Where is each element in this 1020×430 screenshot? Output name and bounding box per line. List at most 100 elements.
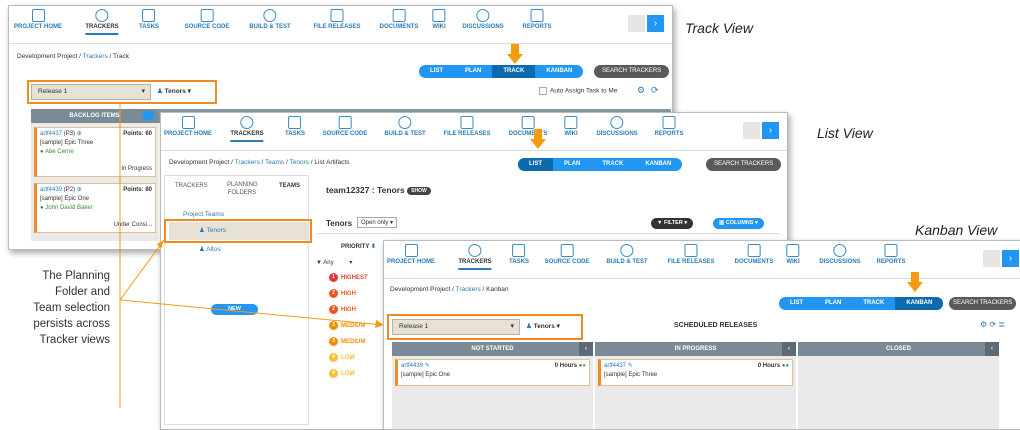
backlog-card[interactable]: artf4437 (P3) ⊕ Points: 60 [sample] Epic… xyxy=(34,127,156,177)
home-icon xyxy=(181,116,195,129)
priority-item: 3 MEDIUM xyxy=(329,337,365,346)
tab-plan[interactable]: PLAN xyxy=(454,65,492,78)
nav-trackers[interactable]: TRACKERS xyxy=(458,244,493,270)
next-arrow-button[interactable]: › xyxy=(1002,250,1019,267)
prev-arrow-button[interactable] xyxy=(983,250,1000,267)
backlog-toggle-icon[interactable] xyxy=(143,111,154,120)
settings-icon[interactable]: ⚙ xyxy=(980,320,987,329)
nav-tasks[interactable]: TASKS xyxy=(285,116,305,137)
nav-documents[interactable]: DOCUMENTS xyxy=(380,9,418,30)
nav-discussions[interactable]: DISCUSSIONS xyxy=(462,9,504,30)
tab-kanban[interactable]: KANBAN xyxy=(535,65,583,78)
home-icon xyxy=(31,9,45,22)
breadcrumb-trackers-link[interactable]: Trackers xyxy=(235,159,260,166)
nav-project-home[interactable]: PROJECT HOME xyxy=(387,244,435,265)
nav-wiki[interactable]: WIKI xyxy=(432,9,446,30)
priority-item: 4 LOW xyxy=(329,353,355,362)
nav-wiki[interactable]: WIKI xyxy=(564,116,578,137)
search-trackers-button[interactable]: SEARCH TRACKERS xyxy=(706,158,782,171)
priority-filter-select[interactable]: ▼ Any ▾ xyxy=(316,259,352,266)
discussions-icon xyxy=(610,116,624,129)
kanban-view-label: Kanban View xyxy=(915,222,998,238)
edit-icon[interactable]: ✎ xyxy=(628,363,633,369)
show-button[interactable]: SHOW xyxy=(407,186,431,195)
nav-source-code[interactable]: SOURCE CODE xyxy=(323,116,367,137)
nav-project-home[interactable]: PROJECT HOME xyxy=(164,116,212,137)
prev-arrow-button[interactable] xyxy=(743,122,760,139)
nav-source-code[interactable]: SOURCE CODE xyxy=(185,9,229,30)
refresh-icon[interactable]: ⟳ xyxy=(989,320,996,329)
collapse-icon[interactable]: ‹ xyxy=(782,342,796,356)
breadcrumb-trackers-link[interactable]: Trackers xyxy=(456,286,481,293)
auto-assign-checkbox[interactable]: Auto Assign Task to Me xyxy=(539,87,617,95)
edit-icon[interactable]: ✎ xyxy=(425,363,430,369)
collapse-icon[interactable]: ‹ xyxy=(985,342,999,356)
prev-arrow-button[interactable] xyxy=(628,15,645,32)
backlog-card[interactable]: artf4439 (P2) ⊕ Points: 80 [sample] Epic… xyxy=(34,183,156,233)
nav-file-releases[interactable]: FILE RELEASES xyxy=(443,116,491,137)
tab-teams[interactable]: TEAMS xyxy=(279,183,300,189)
nav-scroll-buttons: › xyxy=(743,122,779,139)
filter-icon: ▼ xyxy=(657,220,664,226)
next-arrow-button[interactable]: › xyxy=(647,15,664,32)
status-icon: ● xyxy=(582,363,586,369)
search-trackers-button[interactable]: SEARCH TRACKERS xyxy=(949,297,1017,310)
nav-tasks[interactable]: TASKS xyxy=(139,9,159,30)
priority-list: 1 HIGHEST 2 HIGH 2 HIGH 3 MEDIUM 3 MEDIUM 4 LOW 4 LOW xyxy=(321,273,381,423)
kanban-card[interactable]: artf4437 ✎ 0 Hours ●● [sample] Epic Thre… xyxy=(598,359,793,386)
nav-reports[interactable]: REPORTS xyxy=(522,9,552,30)
tab-kanban[interactable]: KANBAN xyxy=(634,158,682,171)
search-trackers-button[interactable]: SEARCH TRACKERS xyxy=(594,65,670,78)
refresh-icon[interactable]: ⟳ xyxy=(651,85,659,96)
nav-build-test[interactable]: BUILD & TEST xyxy=(606,244,648,265)
nav-reports[interactable]: REPORTS xyxy=(654,116,684,137)
discussions-icon xyxy=(833,244,847,257)
open-only-select[interactable]: Open only ▾ xyxy=(357,217,398,228)
nav-tasks[interactable]: TASKS xyxy=(509,244,529,265)
nav-wiki[interactable]: WIKI xyxy=(786,244,800,265)
breadcrumb-teams-link[interactable]: Teams xyxy=(265,159,284,166)
tab-kanban[interactable]: KANBAN xyxy=(895,297,944,310)
tab-track[interactable]: TRACK xyxy=(591,158,634,171)
breadcrumb-trackers-link[interactable]: Trackers xyxy=(83,53,108,60)
priority-item: 3 MEDIUM xyxy=(329,321,365,330)
add-icon[interactable]: ⊕ xyxy=(77,187,82,193)
nav-discussions[interactable]: DISCUSSIONS xyxy=(596,116,638,137)
priority-label: HIGH xyxy=(341,307,356,314)
nav-file-releases[interactable]: FILE RELEASES xyxy=(667,244,715,265)
tab-plan[interactable]: PLAN xyxy=(553,158,591,171)
add-icon[interactable]: ⊕ xyxy=(77,131,82,137)
reports-icon xyxy=(662,116,676,129)
nav-build-test[interactable]: BUILD & TEST xyxy=(384,116,426,137)
breadcrumb-tenors-link[interactable]: Tenors xyxy=(289,159,309,166)
priority-badge: 2 xyxy=(329,289,338,298)
tab-plan[interactable]: PLAN xyxy=(814,297,852,310)
columns-button[interactable]: ▥ COLUMNS ▾ xyxy=(713,218,764,229)
nav-source-code[interactable]: SOURCE CODE xyxy=(545,244,589,265)
tab-list[interactable]: LIST xyxy=(419,65,454,78)
nav-build-test[interactable]: BUILD & TEST xyxy=(249,9,291,30)
nav-trackers[interactable]: TRACKERS xyxy=(85,9,120,35)
tab-track[interactable]: TRACK xyxy=(852,297,895,310)
next-arrow-button[interactable]: › xyxy=(762,122,779,139)
new-team-button[interactable]: NEW xyxy=(211,304,258,315)
tab-trackers[interactable]: TRACKERS xyxy=(175,183,208,189)
filter-button[interactable]: ▼ FILTER ▾ xyxy=(651,218,694,229)
team-altos[interactable]: ♟ Altos xyxy=(199,245,221,253)
nav-trackers[interactable]: TRACKERS xyxy=(230,116,265,142)
nav-discussions[interactable]: DISCUSSIONS xyxy=(819,244,861,265)
tab-planning-folders[interactable]: PLANNING FOLDERS xyxy=(227,181,258,197)
nav-project-home[interactable]: PROJECT HOME xyxy=(14,9,62,30)
tab-list[interactable]: LIST xyxy=(779,297,814,310)
kanban-tools: ⚙ ⟳ ≣ xyxy=(980,320,1005,329)
kanban-card[interactable]: artf4439 ✎ 0 Hours ●● [sample] Epic One xyxy=(395,359,590,386)
settings-icon[interactable]: ⚙ xyxy=(637,85,645,96)
tab-list[interactable]: LIST xyxy=(518,158,553,171)
collapse-icon[interactable]: ‹ xyxy=(579,342,593,356)
nav-documents[interactable]: DOCUMENTS xyxy=(735,244,773,265)
nav-reports[interactable]: REPORTS xyxy=(876,244,906,265)
priority-header[interactable]: PRIORITY ⬍ xyxy=(341,243,376,250)
list-icon[interactable]: ≣ xyxy=(998,320,1005,329)
nav-file-releases[interactable]: FILE RELEASES xyxy=(313,9,361,30)
tab-track[interactable]: TRACK xyxy=(492,65,536,78)
